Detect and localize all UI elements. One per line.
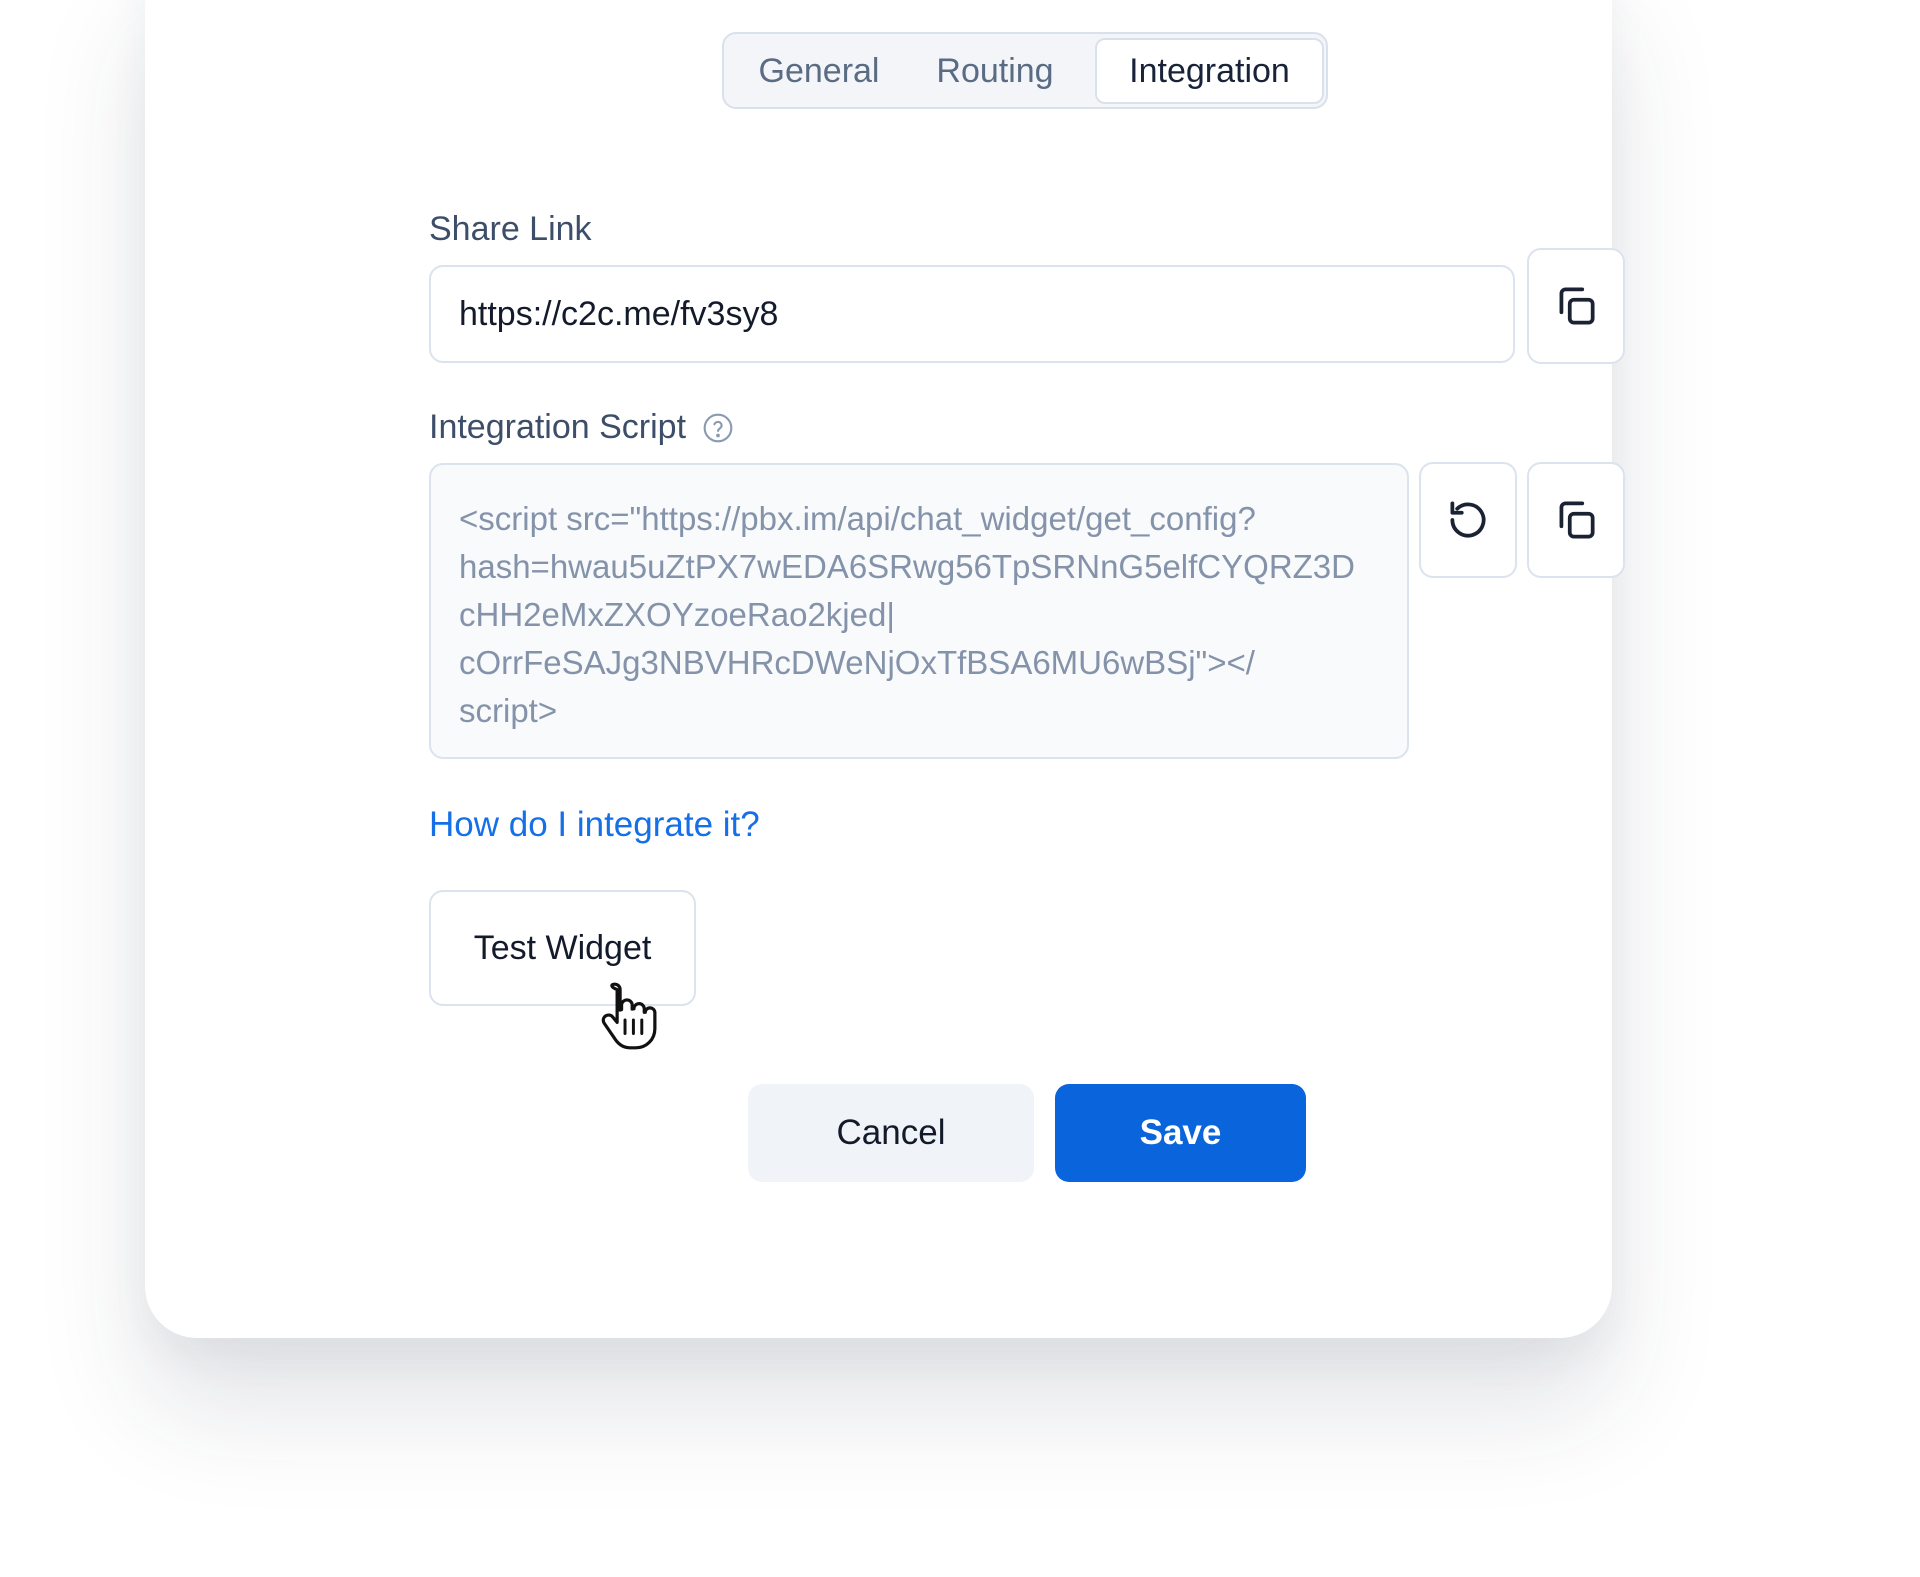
- page-background: General Routing Integration Share Link I…: [0, 0, 1920, 1577]
- how-to-integrate-link[interactable]: How do I integrate it?: [429, 805, 760, 845]
- save-button[interactable]: Save: [1055, 1084, 1306, 1182]
- cancel-button[interactable]: Cancel: [748, 1084, 1034, 1182]
- tab-general[interactable]: General: [744, 38, 894, 104]
- refresh-icon: [1450, 501, 1486, 538]
- question-circle-icon[interactable]: [702, 412, 734, 444]
- integration-script-label: Integration Script: [429, 408, 687, 446]
- hand-pointer-cursor-icon: [601, 982, 657, 1050]
- integration-settings-card: General Routing Integration Share Link I…: [145, 0, 1625, 1338]
- integration-script-label-row: Integration Script: [429, 408, 734, 447]
- copy-icon: [1559, 501, 1595, 539]
- share-link-label: Share Link: [429, 210, 592, 248]
- tab-bar: General Routing Integration: [722, 32, 1328, 109]
- copy-script-button[interactable]: [1527, 462, 1625, 578]
- integration-script-textarea[interactable]: <script src="https://pbx.im/api/chat_wid…: [429, 463, 1409, 759]
- copy-icon: [1559, 287, 1595, 325]
- copy-share-link-button[interactable]: [1527, 248, 1625, 364]
- share-link-input[interactable]: [429, 265, 1515, 363]
- tab-integration[interactable]: Integration: [1095, 38, 1324, 104]
- regenerate-script-button[interactable]: [1419, 462, 1517, 578]
- tab-routing[interactable]: Routing: [920, 38, 1070, 104]
